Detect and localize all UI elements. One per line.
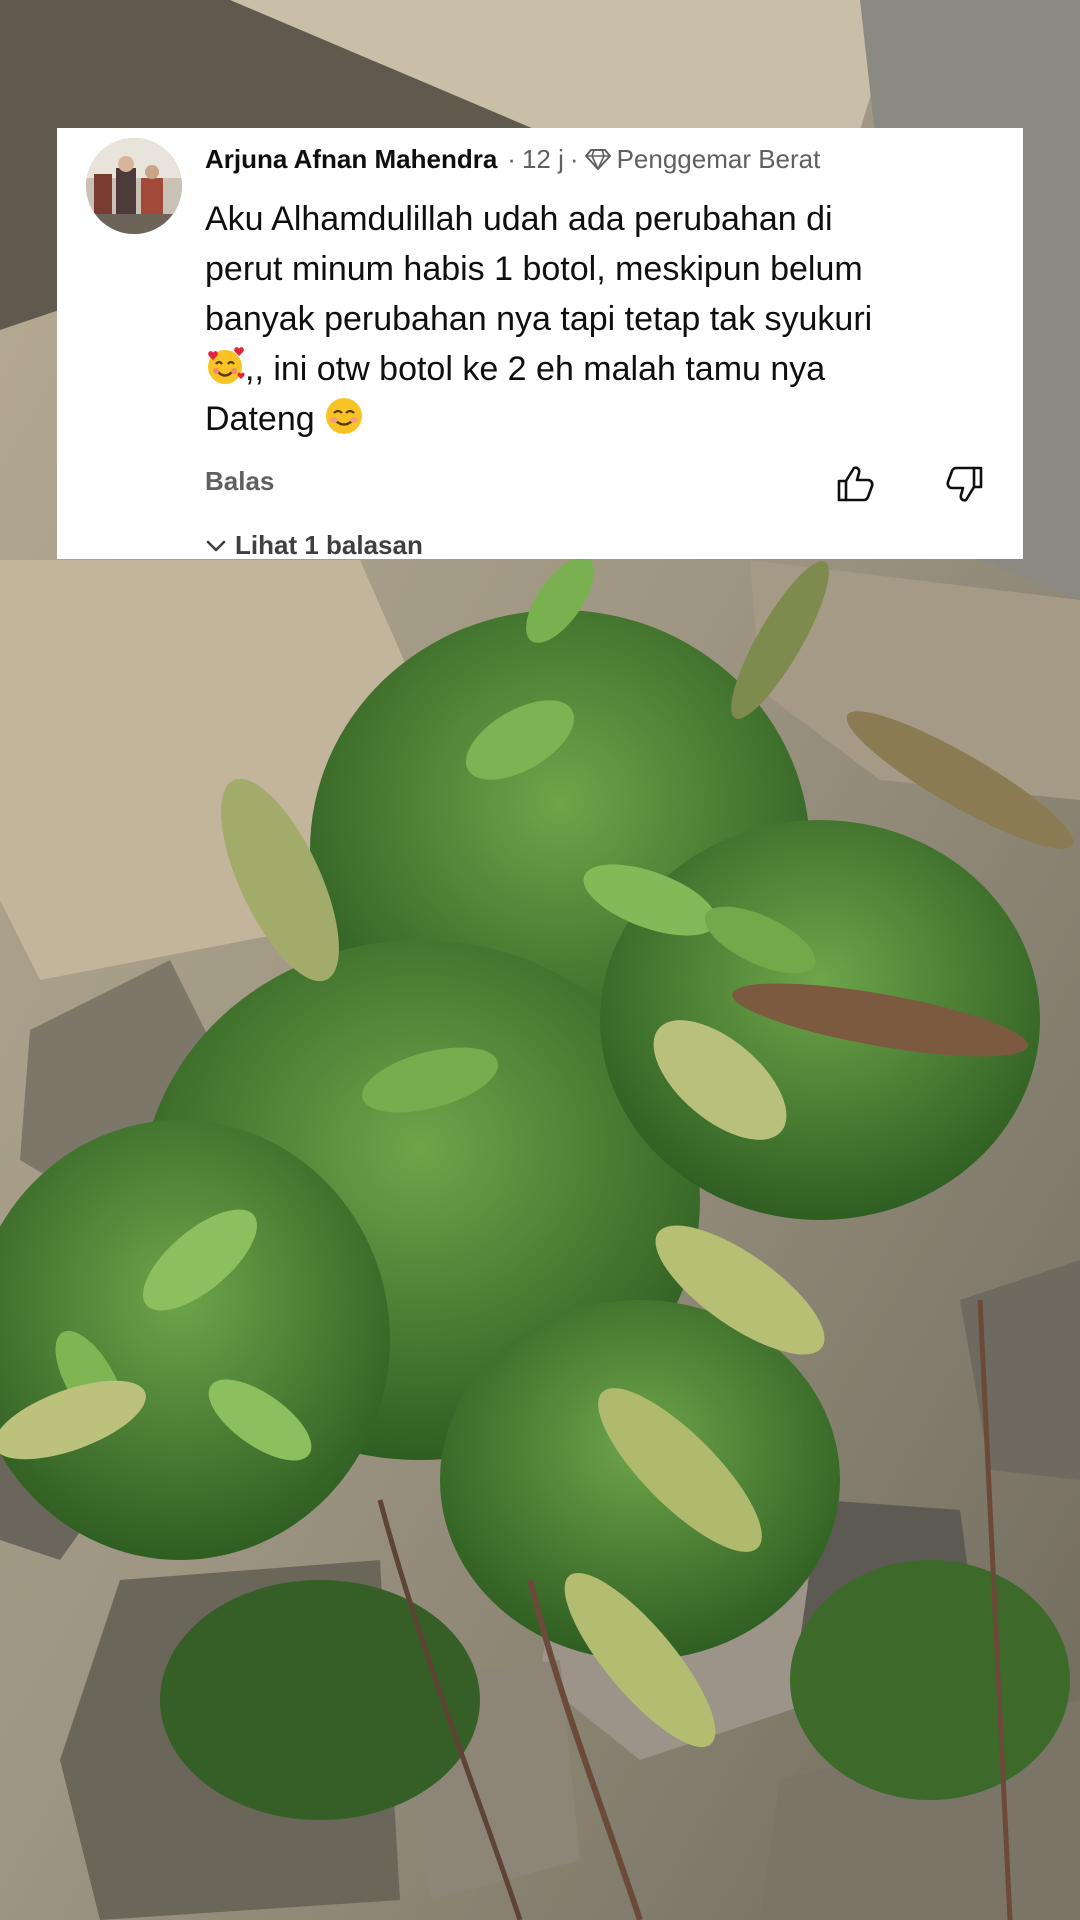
fan-badge-label: Penggemar Berat	[616, 143, 821, 174]
chevron-down-icon	[206, 540, 226, 551]
thumbs-down-icon[interactable]	[943, 463, 985, 505]
comment-header: Arjuna Afnan Mahendra · 12 j · Penggemar…	[205, 142, 820, 176]
comment-line: banyak perubahan nya tapi tetap tak syuk…	[205, 300, 873, 338]
comment-line-text: ,, ini otw botol ke 2 eh malah tamu nya	[245, 350, 826, 388]
view-replies-button[interactable]: Lihat 1 balasan	[205, 530, 423, 559]
comment-line-with-emoji: Dateng	[205, 394, 1005, 444]
comment-line-text: Dateng	[205, 400, 315, 438]
smiling-face-with-hearts-emoji	[208, 347, 245, 384]
comment-line: perut minum habis 1 botol, meskipun belu…	[205, 250, 863, 288]
reply-button[interactable]: Balas	[205, 466, 274, 497]
badge-separator: ·	[569, 143, 579, 174]
view-replies-label: Lihat 1 balasan	[235, 530, 423, 559]
avatar[interactable]	[86, 138, 182, 234]
thumbs-up-icon[interactable]	[835, 463, 877, 505]
diamond-icon	[584, 149, 611, 170]
comment-timestamp: 12 j	[521, 143, 564, 174]
comment-line: Aku Alhamdulillah udah ada perubahan di	[205, 200, 833, 238]
comment-separator: ·	[507, 143, 516, 174]
author-name[interactable]: Arjuna Afnan Mahendra	[205, 144, 497, 175]
smiling-face-emoji	[326, 398, 363, 434]
comment-card: Arjuna Afnan Mahendra · 12 j · Penggemar…	[57, 128, 1023, 559]
comment-text: Aku Alhamdulillah udah ada perubahan di …	[205, 194, 1005, 444]
comment-line-with-emoji: ,, ini otw botol ke 2 eh malah tamu nya	[205, 344, 1005, 394]
